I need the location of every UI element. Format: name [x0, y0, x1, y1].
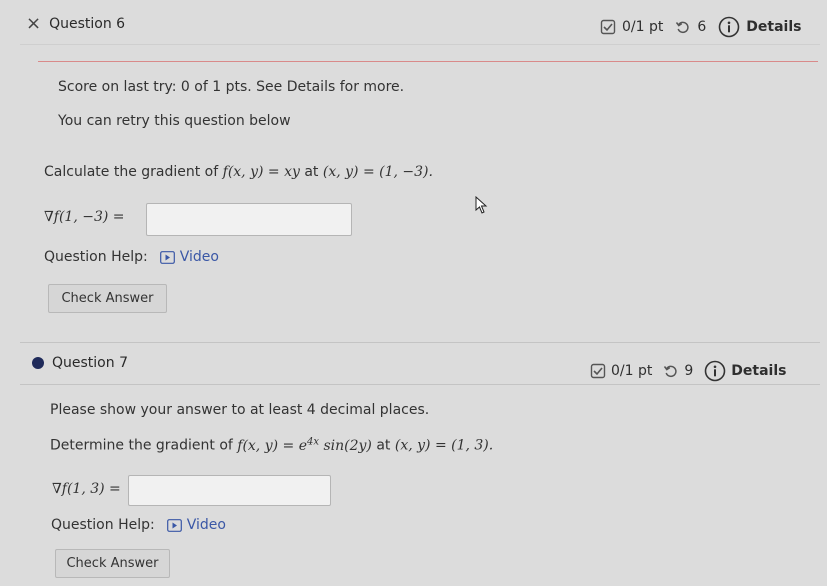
q6-points: 0/1 pt: [622, 19, 664, 35]
checkbox-icon: [590, 363, 606, 379]
q7-func-base: f(x, y) = e: [237, 437, 307, 454]
retry-icon: [675, 19, 691, 35]
cursor-icon: [475, 195, 489, 218]
q6-prompt-point: (x, y) = (1, −3).: [322, 164, 433, 180]
checkbox-icon: [600, 19, 616, 35]
q7-details-link[interactable]: Details: [731, 363, 786, 379]
q7-retries: 9: [684, 363, 694, 379]
q6-details-link[interactable]: Details: [746, 19, 801, 35]
q6-video-label: Video: [179, 249, 219, 265]
q6-video-link[interactable]: Video: [159, 249, 219, 265]
video-icon: [166, 518, 182, 532]
q6-divider: [20, 44, 820, 45]
info-icon[interactable]: [718, 16, 740, 38]
q7-prompt-prefix: Determine the gradient of: [50, 437, 238, 454]
q7-divider: [20, 384, 820, 385]
info-icon[interactable]: [704, 360, 726, 382]
q7-prompt-func: f(x, y) = e4x sin(2y): [237, 436, 372, 454]
q6-answer-input[interactable]: [146, 203, 352, 236]
q7-instruction: Please show your answer to at least 4 de…: [50, 402, 430, 418]
q7-answer-input[interactable]: [128, 475, 331, 506]
q6-accent-line: [38, 61, 818, 62]
q7-help-row: Question Help: Video: [51, 517, 226, 533]
q7-func-exponent: 4x: [307, 436, 320, 447]
q7-check-answer-button[interactable]: Check Answer: [55, 549, 170, 578]
q6-score-note: Score on last try: 0 of 1 pts. See Detai…: [58, 79, 405, 95]
q-separator: [20, 342, 820, 343]
q7-prompt-mid: at: [371, 437, 395, 454]
q7-points: 0/1 pt: [611, 363, 653, 379]
q7-title: Question 7: [52, 355, 128, 371]
q6-prompt-prefix: Calculate the gradient of: [44, 164, 223, 180]
retry-icon: [663, 363, 679, 379]
q6-header: × Question 6: [26, 13, 125, 34]
q6-retries: 6: [697, 19, 707, 35]
q7-help-label: Question Help:: [51, 517, 155, 533]
q7-answer-label: ∇f(1, 3) =: [52, 481, 121, 497]
q6-title: Question 6: [49, 15, 126, 32]
video-icon: [159, 250, 175, 264]
q6-prompt-func: f(x, y) = xy: [222, 164, 300, 180]
bullet-icon: [32, 357, 44, 369]
q6-prompt: Calculate the gradient of f(x, y) = xy a…: [44, 164, 433, 180]
q7-prompt-point: (x, y) = (1, 3).: [394, 437, 494, 454]
q6-prompt-mid: at: [299, 164, 323, 180]
q6-help-label: Question Help:: [44, 249, 148, 265]
q6-answer-label: ∇f(1, −3) =: [44, 209, 125, 225]
q7-video-label: Video: [186, 517, 226, 533]
q7-func-trig: sin(2y): [319, 437, 372, 454]
q6-meta: 0/1 pt 6 Details: [600, 16, 801, 38]
close-icon[interactable]: ×: [26, 13, 41, 34]
q7-meta: 0/1 pt 9 Details: [590, 360, 786, 382]
q6-retry-note: You can retry this question below: [58, 113, 291, 129]
q6-check-answer-button[interactable]: Check Answer: [48, 284, 167, 313]
q7-prompt: Determine the gradient of f(x, y) = e4x …: [50, 436, 493, 454]
q6-help-row: Question Help: Video: [44, 249, 219, 265]
q7-video-link[interactable]: Video: [166, 517, 226, 533]
q7-header: Question 7: [32, 355, 128, 371]
